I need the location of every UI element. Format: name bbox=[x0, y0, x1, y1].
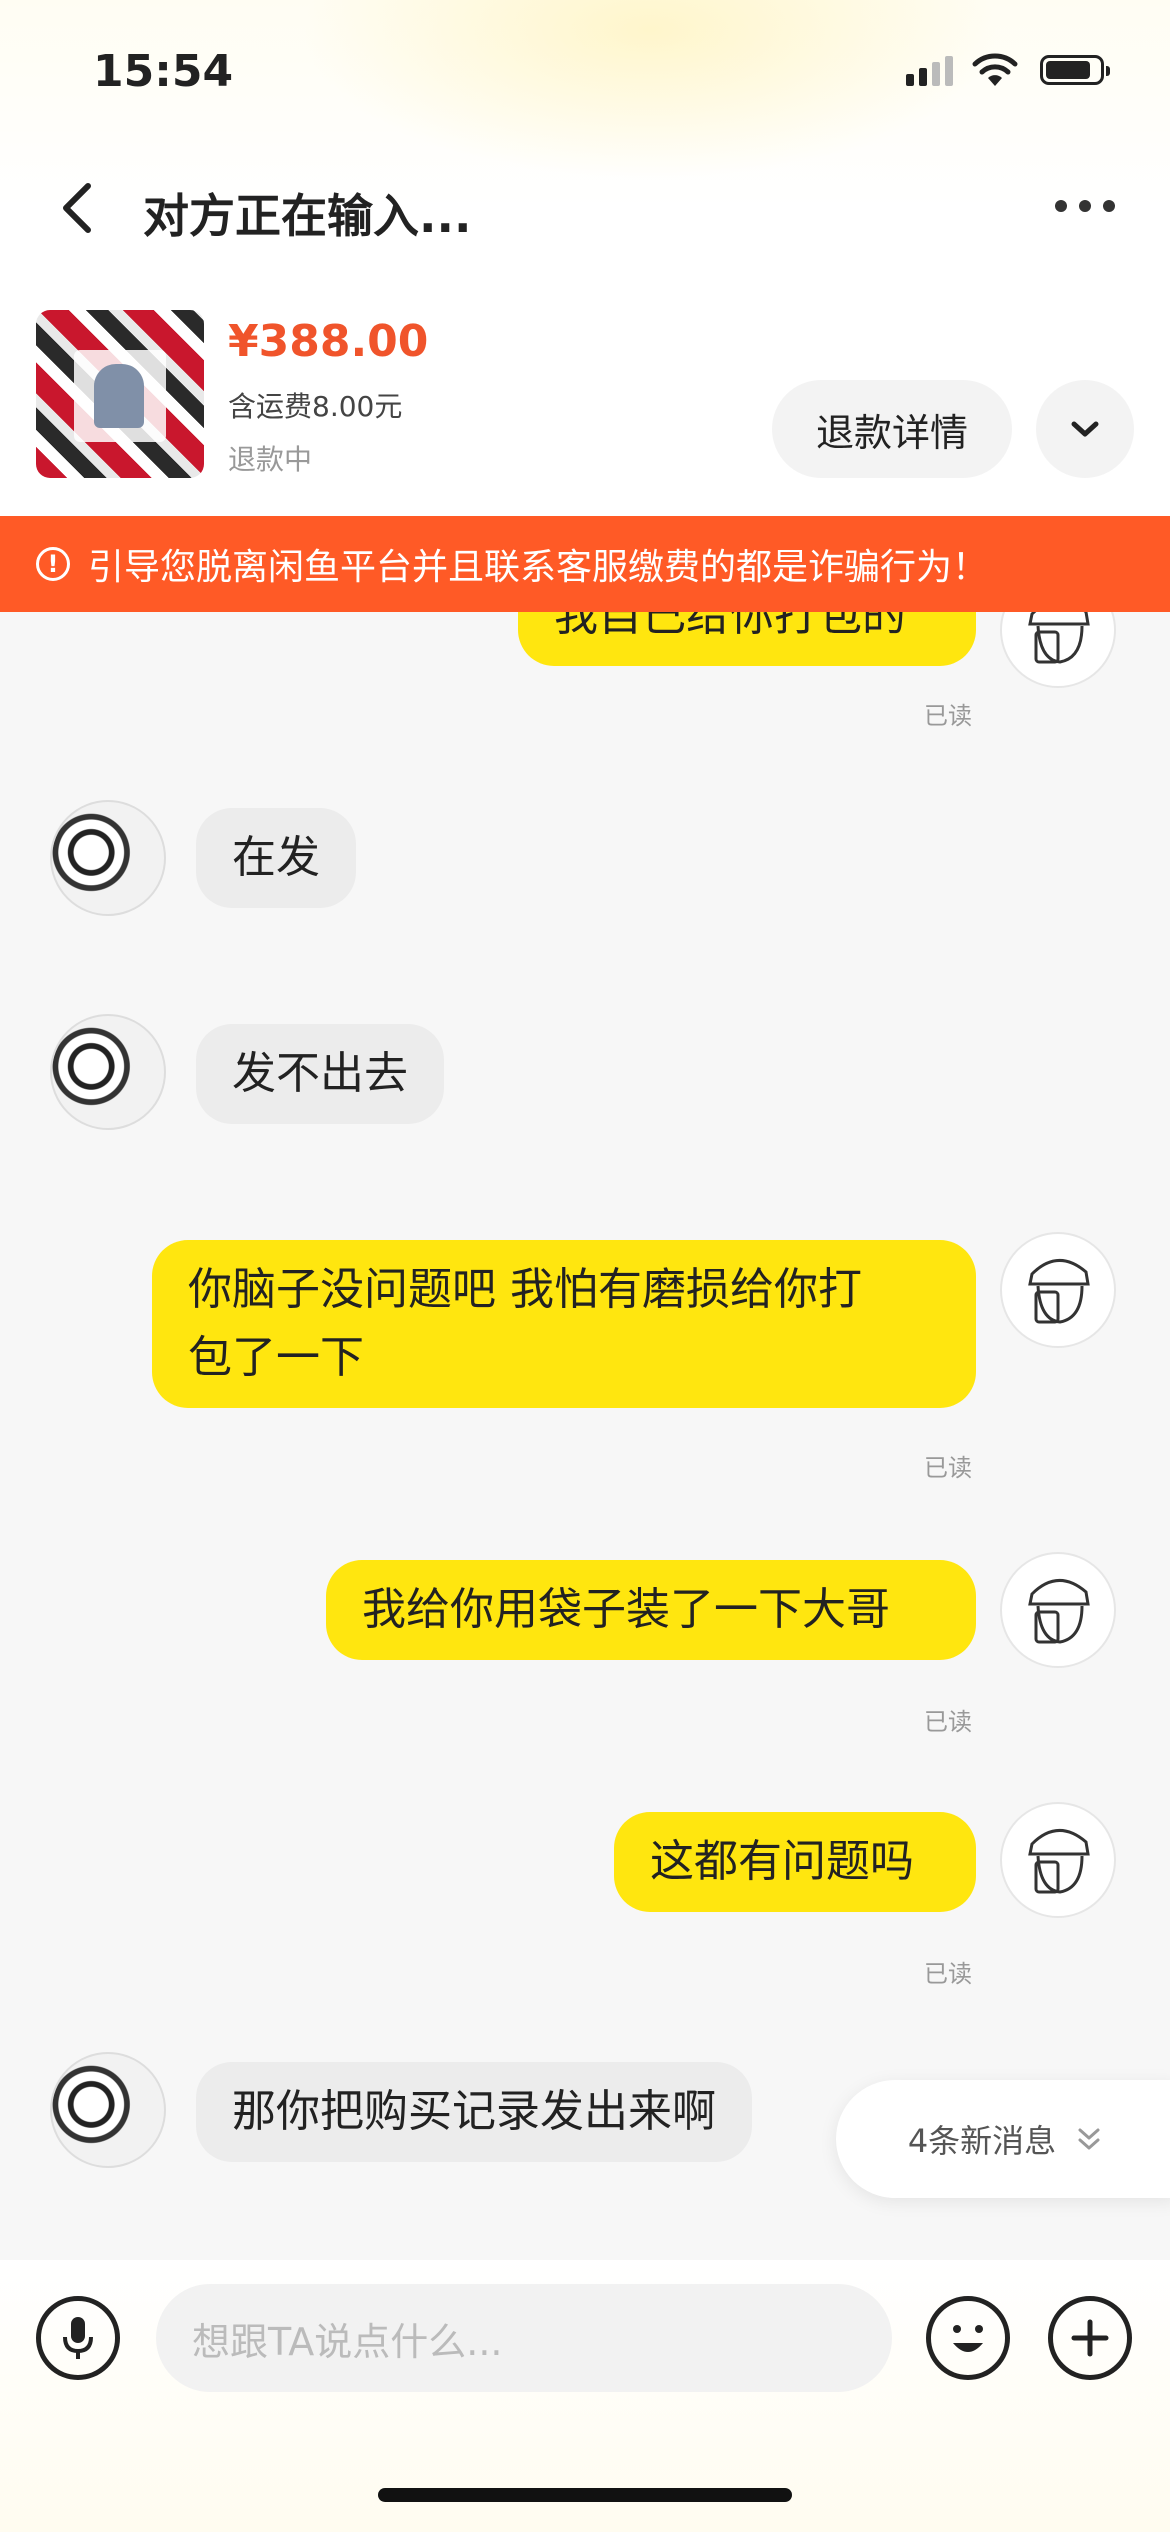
read-receipt: 已读 bbox=[924, 1960, 972, 1988]
other-avatar[interactable] bbox=[50, 2052, 166, 2168]
back-arrow-icon[interactable] bbox=[50, 178, 110, 238]
other-avatar[interactable] bbox=[50, 800, 166, 916]
other-avatar[interactable] bbox=[50, 1014, 166, 1130]
read-receipt: 已读 bbox=[924, 702, 972, 730]
self-avatar[interactable] bbox=[1000, 1232, 1116, 1348]
self-avatar-icon bbox=[1028, 612, 1090, 664]
shipping-fee: 含运费8.00元 bbox=[228, 390, 403, 423]
microphone-icon bbox=[63, 2317, 93, 2359]
read-receipt: 已读 bbox=[924, 1708, 972, 1736]
chat-title: 对方正在输入... bbox=[143, 189, 472, 243]
home-indicator[interactable] bbox=[378, 2488, 792, 2502]
message-bubble-self[interactable]: 你脑子没问题吧 我怕有磨损给你打 包了一下 bbox=[152, 1240, 976, 1408]
self-avatar-icon bbox=[1028, 1259, 1090, 1324]
product-price: ¥388.00 bbox=[228, 316, 429, 367]
product-thumbnail[interactable] bbox=[36, 310, 204, 478]
message-bubble-other[interactable]: 发不出去 bbox=[196, 1024, 444, 1124]
double-chevron-down-icon bbox=[1078, 2128, 1100, 2150]
self-avatar-icon bbox=[1028, 1829, 1090, 1894]
message-bubble-self[interactable]: 我给你用袋子装了一下大哥 bbox=[326, 1560, 976, 1660]
chat-area[interactable]: 我自己给你打包的 已读 在发 发不出去 你脑子没问题吧 我怕有磨损给你打 包了一… bbox=[0, 612, 1170, 2260]
message-line: 包了一下 bbox=[188, 1332, 364, 1383]
warning-text: 引导您脱离闲鱼平台并且联系客服缴费的都是诈骗行为！ bbox=[88, 547, 989, 588]
alert-icon: ! bbox=[36, 547, 70, 581]
new-messages-button[interactable]: 4条新消息 bbox=[836, 2080, 1170, 2198]
message-bubble-other[interactable]: 那你把购买记录发出来啊 bbox=[196, 2062, 752, 2162]
battery-icon bbox=[1040, 55, 1110, 85]
cellular-signal-icon bbox=[906, 56, 953, 86]
chevron-down-icon bbox=[1071, 421, 1099, 437]
wifi-icon bbox=[972, 53, 1018, 86]
fraud-warning-banner: ! 引导您脱离闲鱼平台并且联系客服缴费的都是诈骗行为！ bbox=[0, 516, 1170, 612]
message-input[interactable]: 想跟TA说点什么... bbox=[156, 2284, 892, 2392]
header-glow bbox=[300, 0, 1000, 180]
more-actions-button[interactable] bbox=[1048, 2296, 1132, 2380]
self-avatar[interactable] bbox=[1000, 1552, 1116, 1668]
plus-icon bbox=[1071, 2319, 1109, 2357]
self-avatar[interactable] bbox=[1000, 1802, 1116, 1918]
read-receipt: 已读 bbox=[924, 1454, 972, 1482]
expand-button[interactable] bbox=[1036, 380, 1134, 478]
self-avatar[interactable] bbox=[1000, 612, 1116, 688]
refund-details-button[interactable]: 退款详情 bbox=[772, 380, 1012, 478]
message-bubble-other[interactable]: 在发 bbox=[196, 808, 356, 908]
emoji-button[interactable] bbox=[926, 2296, 1010, 2380]
voice-input-button[interactable] bbox=[36, 2296, 120, 2380]
message-bubble-self[interactable]: 这都有问题吗 bbox=[614, 1812, 976, 1912]
more-options-icon[interactable] bbox=[1055, 200, 1115, 212]
new-messages-label: 4条新消息 bbox=[907, 2122, 1057, 2160]
self-avatar-icon bbox=[1028, 1579, 1090, 1644]
emoji-icon bbox=[953, 2325, 983, 2352]
message-bubble-self[interactable]: 我自己给你打包的 bbox=[518, 612, 976, 666]
status-time: 15:54 bbox=[93, 46, 234, 97]
order-status: 退款中 bbox=[228, 443, 313, 476]
message-line: 你脑子没问题吧 我怕有磨损给你打 bbox=[188, 1264, 862, 1315]
